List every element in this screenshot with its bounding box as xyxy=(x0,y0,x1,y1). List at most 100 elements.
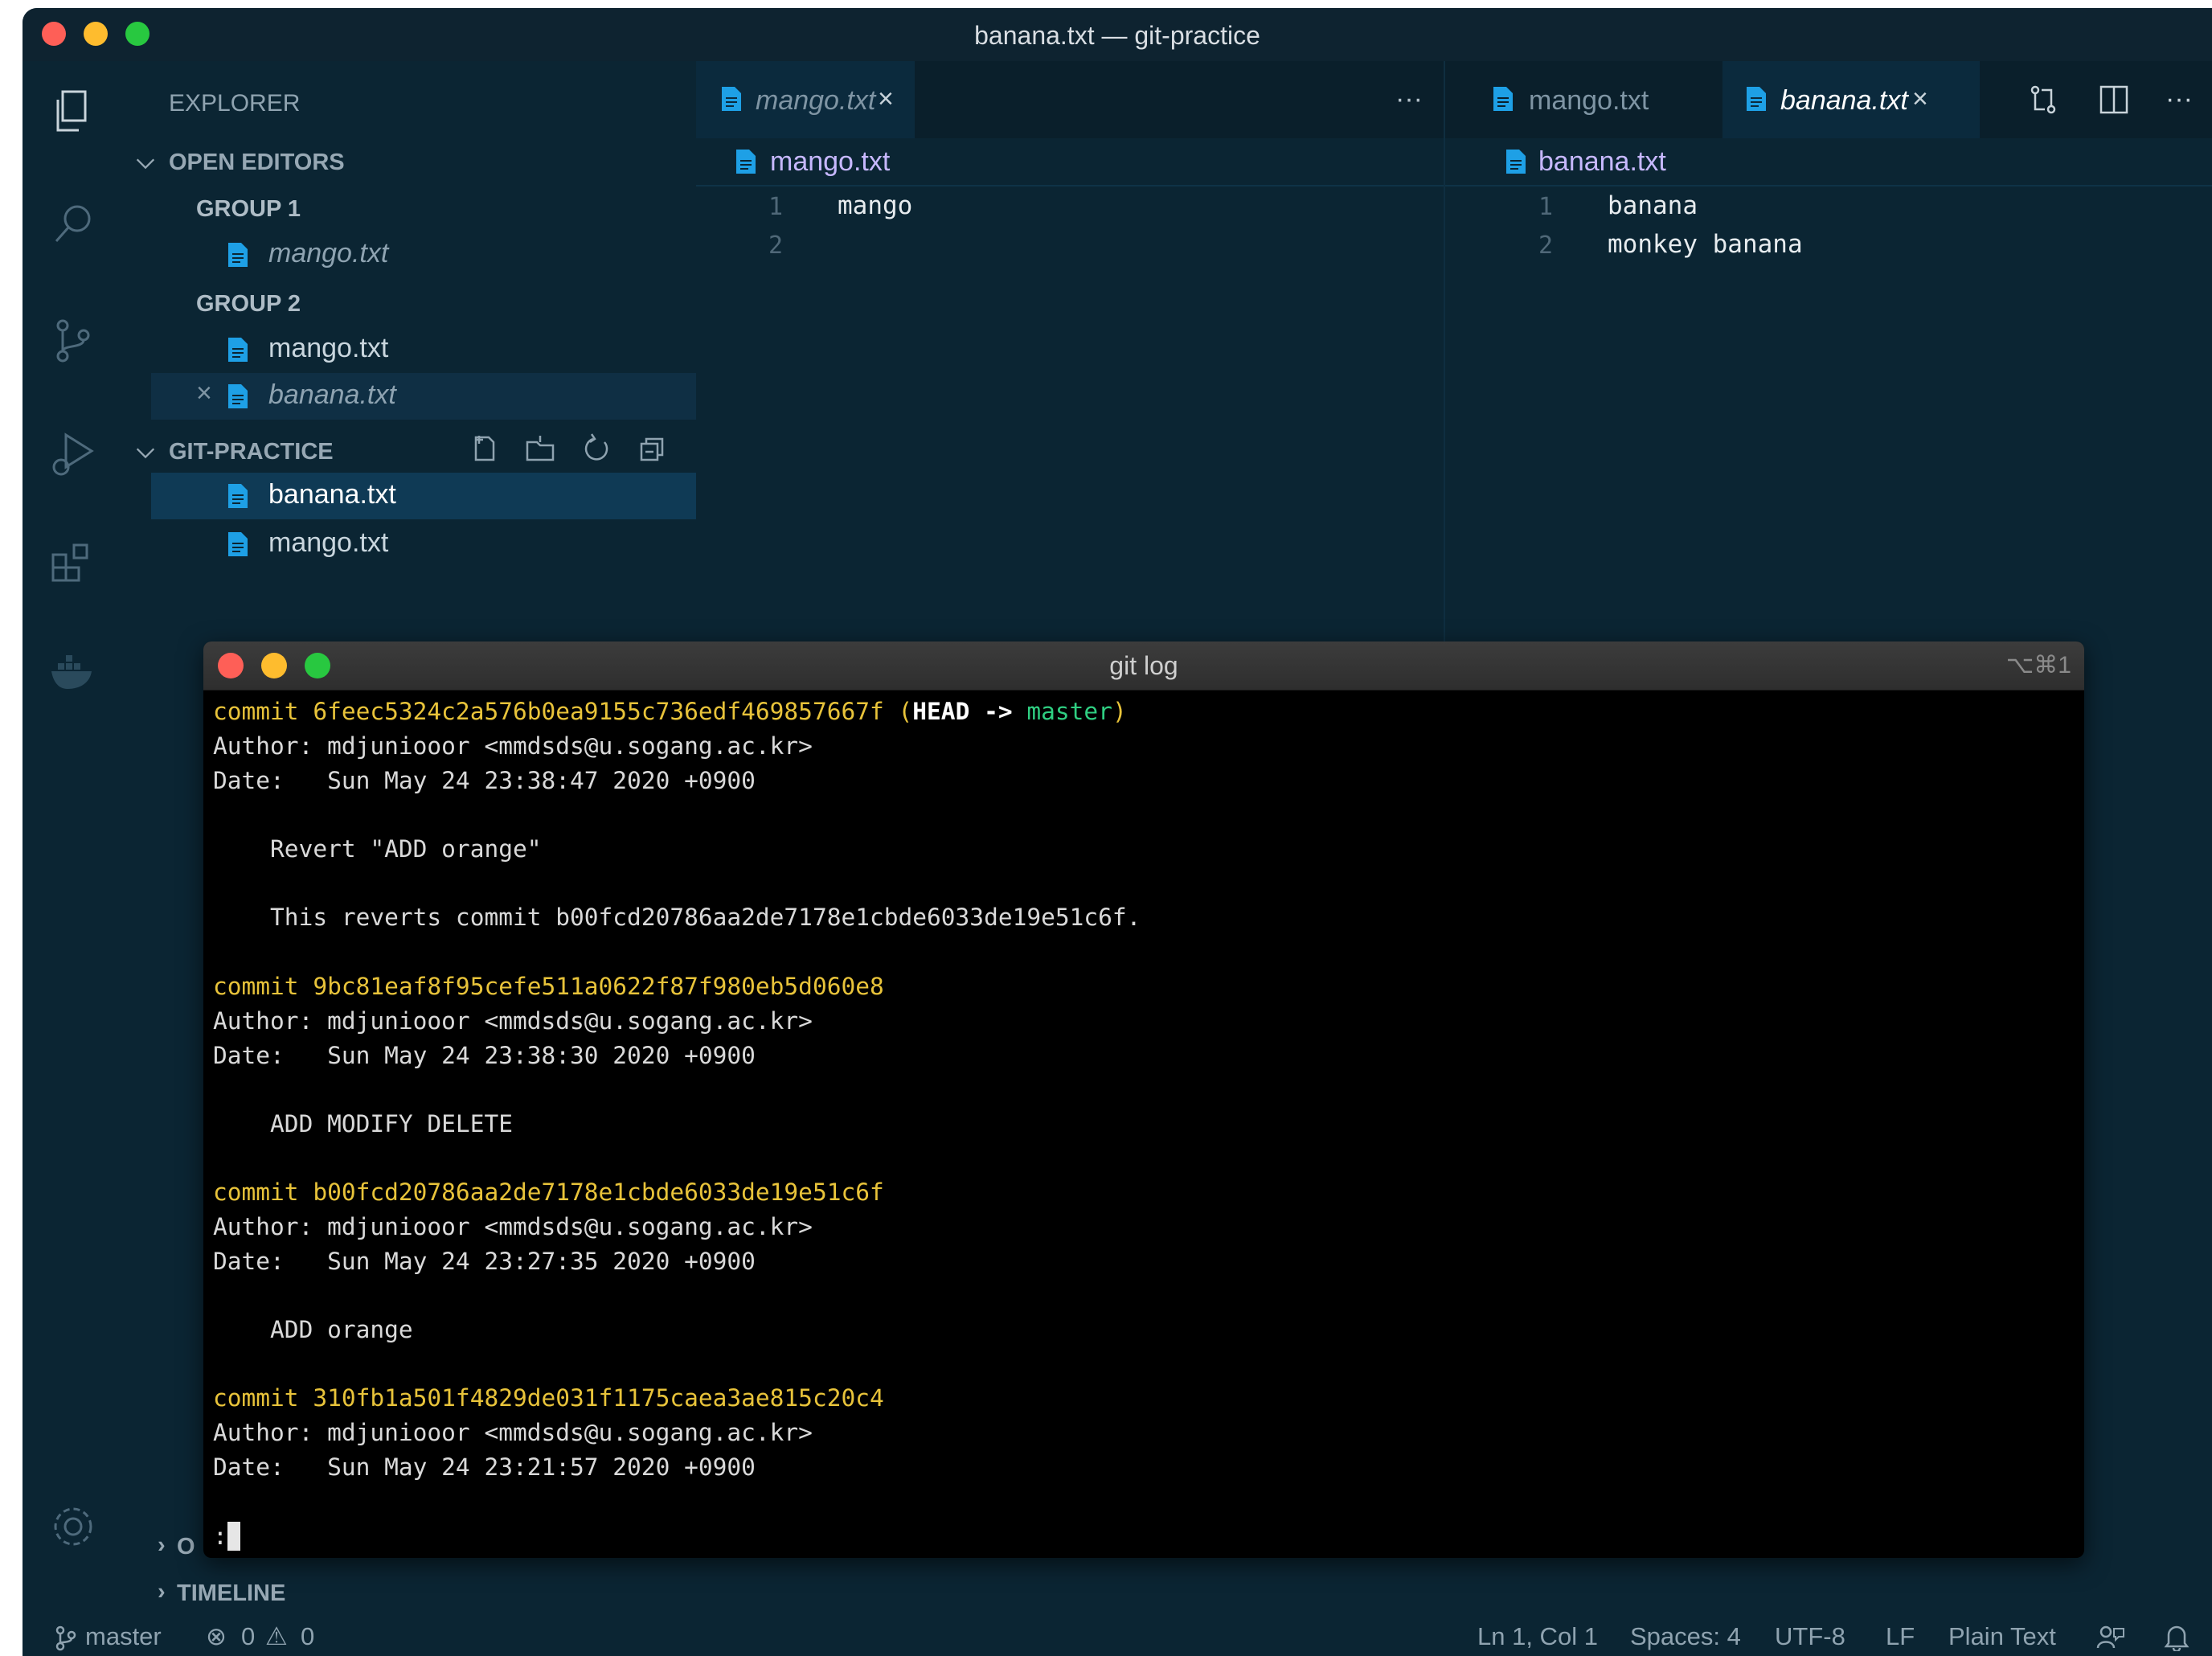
indentation[interactable]: Spaces: 4 xyxy=(1630,1622,1741,1651)
head-ref: HEAD -> xyxy=(912,698,1027,725)
open-editor-filename: banana.txt xyxy=(268,379,396,410)
commit-line[interactable]: commit 6feec5324c2a576b0ea9155c736edf469… xyxy=(213,698,1127,725)
file-icon xyxy=(1747,87,1766,111)
run-debug-icon[interactable] xyxy=(47,427,100,480)
breadcrumb-divider xyxy=(1445,185,2212,187)
commit-hash: 310fb1a501f4829de031f1175caea3ae815c20c4 xyxy=(313,1384,884,1412)
commit-keyword: commit xyxy=(213,698,313,725)
ref-close-paren: ) xyxy=(1112,698,1127,725)
file-icon xyxy=(228,484,248,508)
terminal-window[interactable]: git log ⌥⌘1 commit 6feec5324c2a576b0ea91… xyxy=(203,641,2084,1558)
open-editor-item[interactable]: mango.txt xyxy=(151,326,696,373)
chevron-right-icon[interactable]: › xyxy=(158,1579,166,1605)
code-line[interactable]: mango xyxy=(838,191,912,220)
warning-count[interactable]: 0 xyxy=(301,1622,314,1651)
explorer-header: EXPLORER xyxy=(169,90,301,117)
commit-message: ADD orange xyxy=(213,1316,413,1343)
breadcrumb[interactable]: mango.txt xyxy=(770,146,890,178)
git-branch-status[interactable]: master xyxy=(85,1622,162,1651)
code-line[interactable]: banana xyxy=(1608,191,1698,220)
error-icon: ⊗ xyxy=(206,1622,227,1650)
source-control-icon[interactable] xyxy=(47,314,100,367)
more-actions-icon[interactable]: ··· xyxy=(1395,84,1423,115)
open-editor-item[interactable]: mango.txt xyxy=(151,232,696,278)
outline-section[interactable]: O xyxy=(177,1534,195,1560)
editor-group-1-tabbar: mango.txt × ··· xyxy=(696,61,1452,138)
extensions-icon[interactable] xyxy=(47,535,100,588)
tab-banana[interactable]: banana.txt × xyxy=(1722,61,1980,138)
commit-message-body: This reverts commit b00fcd20786aa2de7178… xyxy=(213,904,1141,931)
author-line: Author: mdjuniooor <mmdsds@u.sogang.ac.k… xyxy=(213,732,813,760)
line-number: 1 xyxy=(768,193,784,221)
commit-hash: b00fcd20786aa2de7178e1cbde6033de19e51c6f xyxy=(313,1178,884,1206)
close-icon[interactable]: × xyxy=(878,84,894,115)
encoding[interactable]: UTF-8 xyxy=(1775,1622,1845,1651)
editor-group-1[interactable]: mango.txt 1 mango 2 xyxy=(696,138,1444,637)
explorer-icon[interactable] xyxy=(47,85,100,138)
tab-label: mango.txt xyxy=(756,85,876,116)
status-bar: master ⊗ 0 ⚠ 0 Ln 1, Col 1 Spaces: 4 UTF… xyxy=(23,1616,2212,1656)
open-editor-item[interactable]: × banana.txt xyxy=(151,373,696,420)
workspace-filename: banana.txt xyxy=(268,479,396,510)
editor-group-2-tabbar: mango.txt banana.txt × ··· xyxy=(1445,61,2212,138)
chevron-down-icon[interactable]: ⌵ xyxy=(137,148,154,174)
line-number: 1 xyxy=(1538,193,1554,221)
date-line: Date: Sun May 24 23:38:30 2020 +0900 xyxy=(213,1042,756,1069)
close-icon[interactable]: × xyxy=(196,378,212,409)
editor-group-2[interactable]: banana.txt 1 banana 2 monkey banana xyxy=(1445,138,2212,637)
language-mode[interactable]: Plain Text xyxy=(1948,1622,2056,1651)
cursor-position[interactable]: Ln 1, Col 1 xyxy=(1477,1622,1598,1651)
open-editors-section[interactable]: OPEN EDITORS xyxy=(169,150,345,176)
notifications-bell-icon[interactable] xyxy=(2164,1624,2189,1651)
docker-icon[interactable] xyxy=(47,644,100,697)
ref-open-paren: ( xyxy=(883,698,913,725)
pager-prompt[interactable]: : xyxy=(213,1523,227,1550)
commit-line[interactable]: commit 310fb1a501f4829de031f1175caea3ae8… xyxy=(213,1384,884,1412)
chevron-right-icon[interactable]: › xyxy=(158,1532,166,1559)
window-title: banana.txt — git-practice xyxy=(974,21,1260,50)
workspace-file-item[interactable]: banana.txt xyxy=(151,473,696,519)
terminal-title: git log xyxy=(1109,651,1178,680)
refresh-icon[interactable] xyxy=(580,432,612,465)
new-folder-icon[interactable] xyxy=(524,432,556,465)
split-editor-icon[interactable] xyxy=(2098,84,2130,116)
error-count[interactable]: 0 xyxy=(241,1622,255,1651)
title-bar: banana.txt — git-practice xyxy=(23,8,2212,61)
workspace-file-item[interactable]: mango.txt xyxy=(151,521,696,568)
file-icon xyxy=(1493,87,1513,111)
commit-keyword: commit xyxy=(213,1384,313,1412)
commit-line[interactable]: commit b00fcd20786aa2de7178e1cbde6033de1… xyxy=(213,1178,884,1206)
author-line: Author: mdjuniooor <mmdsds@u.sogang.ac.k… xyxy=(213,1007,813,1035)
code-line[interactable]: monkey banana xyxy=(1608,230,1803,259)
settings-gear-icon[interactable] xyxy=(47,1500,100,1553)
tab-mango[interactable]: mango.txt × xyxy=(696,61,915,138)
commit-message: Revert "ADD orange" xyxy=(213,835,542,863)
commit-line[interactable]: commit 9bc81eaf8f95cefe511a0622f87f980eb… xyxy=(213,973,884,1000)
commit-hash: 6feec5324c2a576b0ea9155c736edf469857667f xyxy=(313,698,884,725)
more-actions-icon[interactable]: ··· xyxy=(2165,84,2193,115)
file-icon xyxy=(1506,150,1526,174)
tab-label: banana.txt xyxy=(1780,85,1908,116)
breadcrumb-divider xyxy=(696,185,1444,187)
feedback-icon[interactable] xyxy=(2096,1624,2125,1651)
date-line: Date: Sun May 24 23:21:57 2020 +0900 xyxy=(213,1453,756,1481)
open-changes-icon[interactable] xyxy=(2027,84,2059,116)
line-number: 2 xyxy=(768,232,784,260)
workspace-section[interactable]: GIT-PRACTICE xyxy=(169,439,334,465)
warning-icon: ⚠ xyxy=(265,1622,288,1650)
chevron-down-icon[interactable]: ⌵ xyxy=(137,437,154,464)
vscode-window: banana.txt — git-practice EXPLORER ⌵ OPE… xyxy=(23,8,2212,1656)
collapse-all-icon[interactable] xyxy=(637,432,669,465)
author-line: Author: mdjuniooor <mmdsds@u.sogang.ac.k… xyxy=(213,1213,813,1240)
commit-hash: 9bc81eaf8f95cefe511a0622f87f980eb5d060e8 xyxy=(313,973,884,1000)
search-icon[interactable] xyxy=(47,198,100,251)
new-file-icon[interactable] xyxy=(468,432,500,465)
date-line: Date: Sun May 24 23:27:35 2020 +0900 xyxy=(213,1248,756,1275)
breadcrumb[interactable]: banana.txt xyxy=(1538,146,1666,178)
tab-mango[interactable]: mango.txt xyxy=(1445,61,1710,138)
activity-bar xyxy=(23,61,127,1621)
timeline-section[interactable]: TIMELINE xyxy=(177,1580,285,1607)
commit-keyword: commit xyxy=(213,1178,313,1206)
close-icon[interactable]: × xyxy=(1912,84,1928,115)
end-of-line[interactable]: LF xyxy=(1886,1622,1915,1651)
